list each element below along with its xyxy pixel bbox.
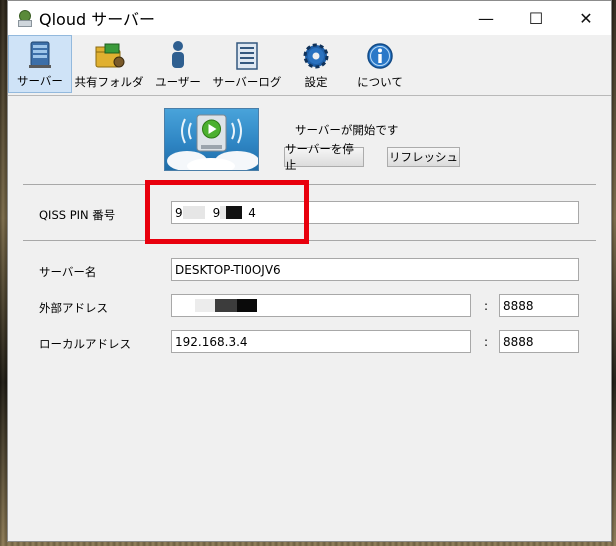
refresh-button[interactable]: リフレッシュ [387, 147, 460, 167]
local-address-label: ローカルアドレス [39, 337, 131, 351]
external-address-field[interactable] [171, 294, 471, 317]
close-button[interactable]: ✕ [561, 1, 611, 35]
external-redaction [195, 299, 215, 312]
local-address-field[interactable]: 192.168.3.4 [171, 330, 471, 353]
server-name-field[interactable]: DESKTOP-TI0OJV6 [171, 258, 579, 281]
tab-server-log-label: サーバーログ [212, 75, 282, 89]
tab-shared-folder-label: 共有フォルダ [74, 75, 144, 89]
user-icon [172, 41, 184, 68]
tab-server[interactable]: サーバー [8, 35, 72, 93]
window-controls: — ☐ ✕ [461, 1, 611, 35]
window-title: Qloud サーバー [39, 10, 156, 29]
maximize-button[interactable]: ☐ [511, 1, 561, 35]
info-icon [367, 43, 393, 69]
divider [23, 240, 596, 241]
pin-highlight-box [145, 180, 309, 244]
main-toolbar: サーバー 共有フォルダ ユーザー サーバーログ 設定 について [8, 35, 611, 96]
qloud-server-window: Qloud サーバー — ☐ ✕ サーバー 共有フォルダ ユーザー サーバーログ… [7, 0, 612, 542]
tab-server-log[interactable]: サーバーログ [210, 35, 284, 93]
tab-shared-folder[interactable]: 共有フォルダ [72, 35, 146, 93]
external-redaction [215, 299, 237, 312]
title-bar: Qloud サーバー — ☐ ✕ [8, 1, 611, 35]
port-separator: : [484, 335, 489, 349]
tab-user[interactable]: ユーザー [146, 35, 210, 93]
tab-settings-label: 設定 [304, 75, 328, 89]
external-address-label: 外部アドレス [39, 301, 108, 315]
pin-label: QISS PIN 番号 [39, 208, 116, 222]
log-icon [236, 42, 258, 70]
divider [23, 184, 596, 185]
server-name-label: サーバー名 [39, 265, 97, 279]
server-icon [29, 41, 51, 68]
app-icon [17, 10, 32, 27]
tab-settings[interactable]: 設定 [284, 35, 348, 93]
tab-server-label: サーバー [17, 74, 63, 88]
tab-about[interactable]: について [348, 35, 412, 93]
external-port-field[interactable]: 8888 [499, 294, 579, 317]
tab-about-label: について [357, 75, 403, 89]
shared-folder-icon [95, 43, 125, 68]
local-port-field[interactable]: 8888 [499, 330, 579, 353]
minimize-button[interactable]: — [461, 1, 511, 35]
port-separator: : [484, 299, 489, 313]
server-status-image [164, 108, 259, 171]
stop-server-button[interactable]: サーバーを停止 [284, 142, 364, 172]
server-panel: サーバーが開始です サーバーを停止 リフレッシュ QISS PIN 番号 9 9… [8, 96, 611, 541]
external-redaction [237, 299, 257, 312]
gear-icon [303, 43, 329, 69]
server-status-text: サーバーが開始です [295, 123, 399, 137]
tab-user-label: ユーザー [155, 75, 201, 89]
